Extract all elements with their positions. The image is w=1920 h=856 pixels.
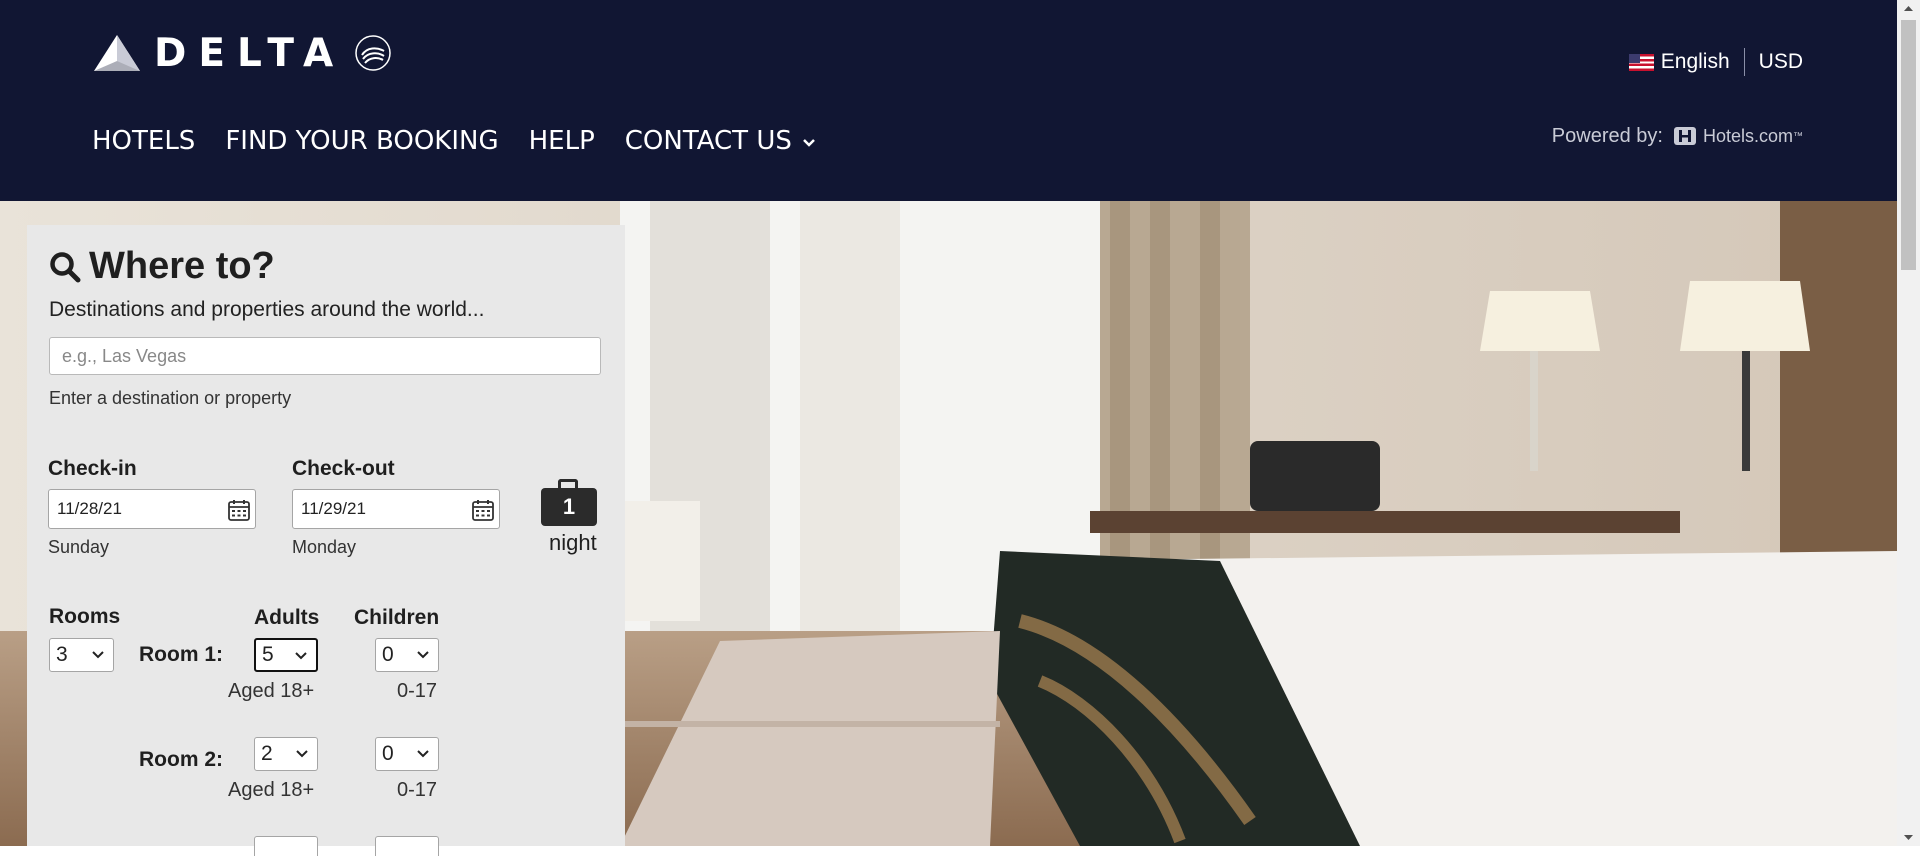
destination-input[interactable] bbox=[49, 337, 601, 375]
room-3-children-select[interactable] bbox=[375, 836, 439, 856]
partner-trademark: ™ bbox=[1793, 130, 1803, 142]
calendar-icon[interactable] bbox=[227, 498, 251, 522]
scroll-up-arrow-icon[interactable] bbox=[1897, 0, 1920, 17]
destination-help-text: Enter a destination or property bbox=[49, 388, 292, 408]
us-flag-icon bbox=[1628, 53, 1654, 71]
nights-count-badge: 1 bbox=[541, 479, 597, 526]
page-scrollbar[interactable] bbox=[1897, 0, 1920, 846]
skyteam-seal-icon bbox=[355, 35, 391, 71]
room-2-adults-hint: Aged 18+ bbox=[228, 779, 315, 801]
rooms-select-value: 3 bbox=[56, 643, 68, 666]
nav-help[interactable]: HELP bbox=[529, 126, 595, 156]
nav-find-booking[interactable]: FIND YOUR BOOKING bbox=[225, 126, 498, 156]
chevron-down-icon bbox=[417, 750, 429, 758]
checkout-day: Monday bbox=[292, 537, 357, 557]
checkin-day: Sunday bbox=[48, 537, 110, 557]
checkin-label: Check-in bbox=[48, 457, 137, 480]
room-1-adults-hint: Aged 18+ bbox=[228, 680, 315, 702]
room-2-children-hint: 0-17 bbox=[397, 779, 438, 801]
scrollbar-thumb[interactable] bbox=[1901, 20, 1916, 270]
powered-by-label: Powered by: bbox=[1551, 124, 1663, 147]
hotel-search-panel: Where to? Destinations and properties ar… bbox=[27, 225, 625, 856]
room-1-children-value: 0 bbox=[382, 643, 394, 666]
nights-label: night bbox=[549, 530, 597, 555]
room-1-adults-select[interactable]: 5 bbox=[254, 638, 318, 672]
room-2-children-select[interactable]: 0 bbox=[375, 737, 439, 771]
locale-divider bbox=[1743, 48, 1745, 76]
nav-contact-us[interactable]: CONTACT US bbox=[625, 126, 816, 156]
currency-selector[interactable]: USD bbox=[1759, 50, 1803, 74]
nav-find-booking-label: FIND YOUR BOOKING bbox=[225, 126, 499, 156]
chevron-down-icon bbox=[802, 139, 815, 147]
calendar-icon[interactable] bbox=[471, 498, 495, 522]
room-1-label: Room 1: bbox=[139, 643, 223, 666]
rooms-label: Rooms bbox=[49, 605, 121, 628]
chevron-down-icon bbox=[417, 651, 429, 659]
where-to-title: Where to? bbox=[89, 245, 275, 287]
adults-label: Adults bbox=[254, 606, 320, 629]
language-selector[interactable]: English bbox=[1661, 50, 1730, 74]
delta-logo[interactable]: DELTA bbox=[92, 30, 393, 76]
room-2-adults-select[interactable]: 2 bbox=[254, 737, 318, 771]
room-1-children-hint: 0-17 bbox=[397, 680, 438, 702]
chevron-down-icon bbox=[92, 651, 104, 659]
locale-switcher: English USD bbox=[1628, 48, 1803, 76]
nav-hotels-label: HOTELS bbox=[92, 126, 196, 156]
room-2-children-value: 0 bbox=[382, 742, 394, 765]
room-1-adults-value: 5 bbox=[262, 643, 274, 666]
where-to-subtitle: Destinations and properties around the w… bbox=[49, 298, 485, 321]
nav-hotels[interactable]: HOTELS bbox=[92, 126, 195, 156]
chevron-down-icon bbox=[295, 652, 307, 660]
checkout-date-value: 11/29/21 bbox=[301, 499, 366, 518]
children-label: Children bbox=[354, 606, 440, 629]
room-2-label: Room 2: bbox=[139, 748, 223, 771]
powered-by: Powered by: Hotels.com ™ bbox=[1552, 124, 1803, 148]
site-header: DELTA HOTELS FIND YOUR BOOKING HELP CONT… bbox=[0, 0, 1897, 201]
brand-wordmark: DELTA bbox=[154, 30, 346, 76]
rooms-select[interactable]: 3 bbox=[49, 638, 114, 672]
room-1-children-select[interactable]: 0 bbox=[375, 638, 439, 672]
search-icon bbox=[50, 251, 81, 282]
nav-contact-us-label: CONTACT US bbox=[624, 126, 792, 156]
hotels-com-logo-icon bbox=[1673, 127, 1696, 145]
main-nav: HOTELS FIND YOUR BOOKING HELP CONTACT US bbox=[92, 126, 846, 156]
room-3-adults-select[interactable] bbox=[254, 836, 318, 856]
scroll-down-arrow-icon[interactable] bbox=[1897, 829, 1920, 846]
checkin-date-input[interactable]: 11/28/21 bbox=[48, 489, 256, 529]
chevron-down-icon bbox=[296, 750, 308, 758]
nav-help-label: HELP bbox=[528, 126, 595, 156]
where-to-heading: Where to? bbox=[49, 245, 275, 288]
checkout-date-input[interactable]: 11/29/21 bbox=[292, 489, 500, 529]
checkout-label: Check-out bbox=[292, 457, 395, 480]
room-2-adults-value: 2 bbox=[261, 742, 273, 765]
checkin-date-value: 11/28/21 bbox=[57, 499, 122, 518]
partner-name: Hotels.com bbox=[1702, 125, 1793, 146]
delta-widget-icon bbox=[94, 35, 140, 71]
